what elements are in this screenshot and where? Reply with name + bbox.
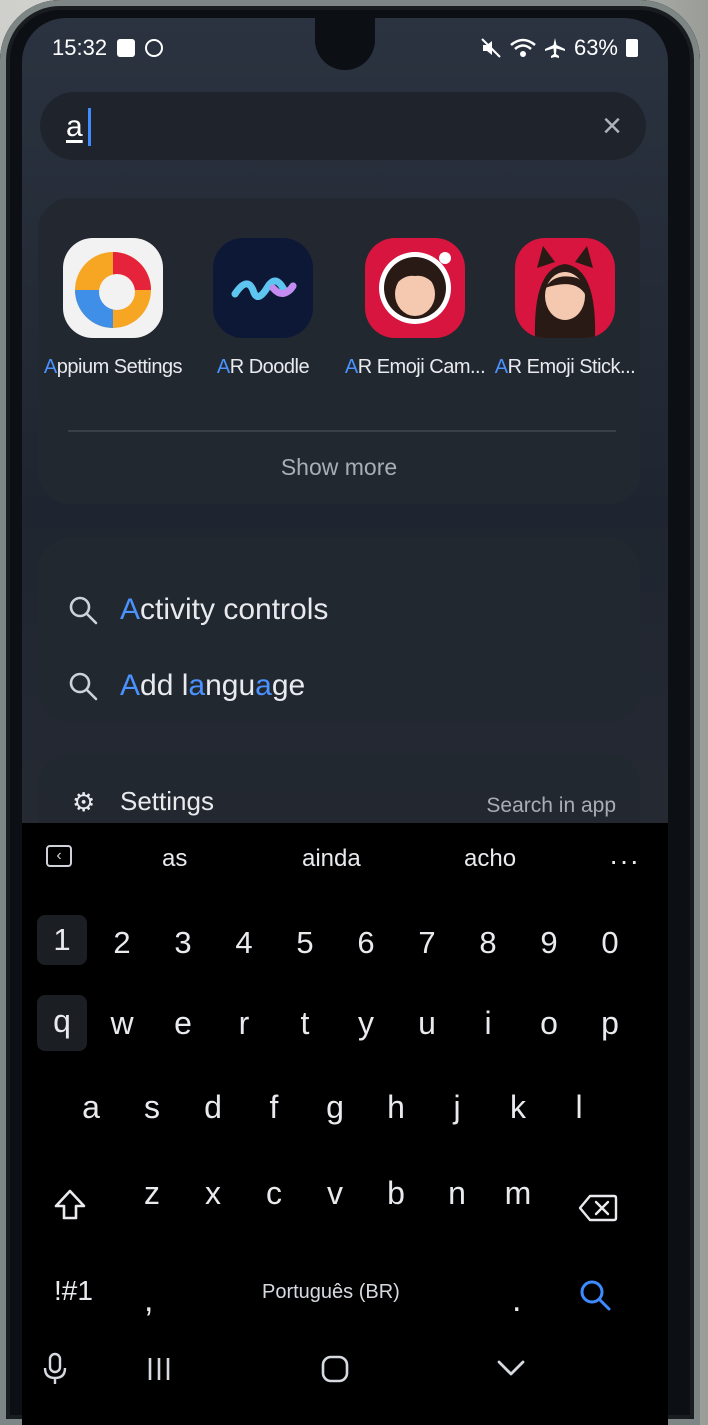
key-x[interactable]: x <box>188 1175 238 1212</box>
settings-title: Settings <box>120 786 214 816</box>
status-bar: 15:32 63% <box>52 32 638 64</box>
key-k[interactable]: k <box>493 1089 543 1126</box>
key-s[interactable]: s <box>127 1089 177 1126</box>
calendar-check-icon <box>117 39 136 57</box>
suggestion-2[interactable]: ainda <box>302 845 361 873</box>
recents-icon[interactable] <box>146 1356 172 1382</box>
key-2[interactable]: 2 <box>97 925 147 961</box>
search-icon <box>69 596 98 625</box>
period-key[interactable]: . <box>512 1281 521 1320</box>
key-7[interactable]: 7 <box>402 925 452 961</box>
key-j[interactable]: j <box>432 1089 482 1126</box>
key-q[interactable]: q <box>37 995 87 1051</box>
app-ar-emoji-stickers[interactable]: AR Emoji Stick... <box>490 238 640 379</box>
search-icon <box>69 672 98 701</box>
status-time: 15:32 <box>52 35 108 60</box>
appium-icon <box>63 238 163 338</box>
key-o[interactable]: o <box>524 1005 574 1042</box>
key-g[interactable]: g <box>310 1089 360 1126</box>
mute-icon <box>481 38 501 58</box>
wifi-icon <box>510 38 536 57</box>
show-more-button[interactable]: Show more <box>38 454 640 481</box>
screen: 15:32 63% a × Appium Settings AR Doodle … <box>22 18 668 1425</box>
text-caret <box>88 108 91 146</box>
key-r[interactable]: r <box>219 1005 269 1042</box>
back-icon[interactable] <box>496 1358 526 1380</box>
key-n[interactable]: n <box>432 1175 482 1212</box>
key-z[interactable]: z <box>127 1175 177 1212</box>
gear-icon: ⚙ <box>72 786 96 817</box>
key-t[interactable]: t <box>280 1005 330 1042</box>
key-9[interactable]: 9 <box>524 925 574 961</box>
key-v[interactable]: v <box>310 1175 360 1212</box>
key-l[interactable]: l <box>554 1089 604 1126</box>
search-in-app-button[interactable]: Search in app <box>486 794 616 818</box>
phone-frame: 15:32 63% a × Appium Settings AR Doodle … <box>0 0 700 1425</box>
battery-percent: 63% <box>573 35 618 60</box>
app-label: Appium Settings <box>43 356 183 378</box>
symbols-key[interactable]: !#1 <box>54 1275 93 1307</box>
keyboard-collapse-icon[interactable]: ‹ <box>46 845 72 867</box>
key-1[interactable]: 1 <box>37 915 87 965</box>
key-3[interactable]: 3 <box>158 925 208 961</box>
suggestion-1[interactable]: as <box>162 845 187 873</box>
microphone-icon[interactable] <box>42 1352 68 1386</box>
close-icon[interactable]: × <box>598 109 626 143</box>
app-label: AR Emoji Stick... <box>494 356 636 378</box>
settings-results-card: Activity controls Add language <box>38 538 640 722</box>
key-a[interactable]: a <box>66 1089 116 1126</box>
ar-emoji-camera-icon <box>365 238 465 338</box>
key-5[interactable]: 5 <box>280 925 330 961</box>
navigation-bar <box>22 1348 668 1418</box>
result-add-language[interactable]: Add language <box>68 664 305 708</box>
key-b[interactable]: b <box>371 1175 421 1212</box>
app-ar-emoji-camera[interactable]: AR Emoji Cam... <box>340 238 490 379</box>
apps-results-card: Appium Settings AR Doodle AR Emoji Cam..… <box>38 198 640 504</box>
messenger-icon <box>145 39 164 57</box>
battery-icon <box>626 39 638 57</box>
backspace-icon[interactable] <box>578 1193 618 1223</box>
suggestion-bar: ‹ as ainda acho ··· <box>22 843 668 883</box>
airplane-icon <box>544 38 565 58</box>
key-h[interactable]: h <box>371 1089 421 1126</box>
key-y[interactable]: y <box>341 1005 391 1042</box>
key-w[interactable]: w <box>97 1005 147 1042</box>
space-key[interactable]: Português (BR) <box>262 1281 400 1304</box>
key-c[interactable]: c <box>249 1175 299 1212</box>
divider <box>68 430 616 432</box>
ar-emoji-stickers-icon <box>515 238 615 338</box>
key-u[interactable]: u <box>402 1005 452 1042</box>
search-input[interactable]: a <box>66 110 83 144</box>
key-8[interactable]: 8 <box>463 925 513 961</box>
key-i[interactable]: i <box>463 1005 513 1042</box>
key-6[interactable]: 6 <box>341 925 391 961</box>
key-f[interactable]: f <box>249 1089 299 1126</box>
app-label: AR Emoji Cam... <box>344 356 486 378</box>
app-ar-doodle[interactable]: AR Doodle <box>188 238 338 379</box>
app-appium-settings[interactable]: Appium Settings <box>38 238 188 379</box>
key-e[interactable]: e <box>158 1005 208 1042</box>
keyboard: ‹ as ainda acho ··· 1 2 3 4 5 6 7 8 9 0 … <box>22 823 668 1425</box>
search-key-icon[interactable] <box>578 1278 612 1312</box>
comma-key[interactable]: , <box>144 1281 153 1320</box>
key-m[interactable]: m <box>493 1175 543 1212</box>
ar-doodle-icon <box>213 238 313 338</box>
suggestion-3[interactable]: acho <box>464 845 516 873</box>
key-0[interactable]: 0 <box>585 925 635 961</box>
key-4[interactable]: 4 <box>219 925 269 961</box>
more-options-icon[interactable]: ··· <box>609 845 640 877</box>
home-icon[interactable] <box>320 1354 350 1384</box>
search-bar[interactable]: a × <box>40 92 646 160</box>
app-label: AR Doodle <box>216 356 310 378</box>
key-p[interactable]: p <box>585 1005 635 1042</box>
result-activity-controls[interactable]: Activity controls <box>68 588 328 632</box>
key-d[interactable]: d <box>188 1089 238 1126</box>
shift-icon[interactable] <box>52 1187 88 1223</box>
